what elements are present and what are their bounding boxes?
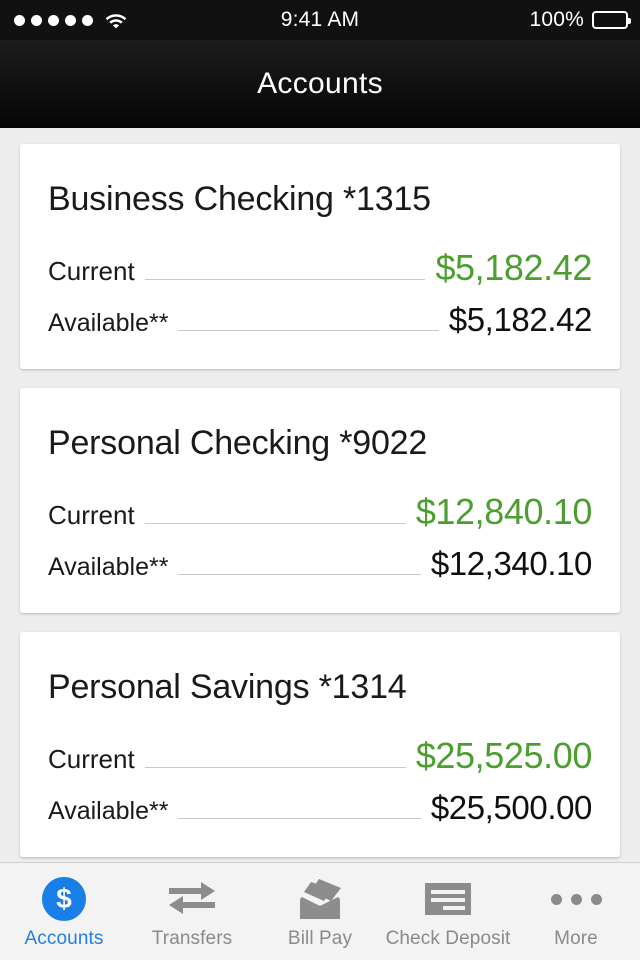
account-card[interactable]: Personal Savings *1314 Current $25,525.0… <box>20 632 620 857</box>
account-card[interactable]: Business Checking *1315 Current $5,182.4… <box>20 144 620 369</box>
current-balance-row: Current $12,840.10 <box>48 491 592 533</box>
account-title: Business Checking *1315 <box>48 180 431 218</box>
available-balance-value: $25,500.00 <box>430 789 593 826</box>
current-balance-label: Current <box>48 500 135 530</box>
current-balance-label: Current <box>48 744 135 774</box>
bottom-tab-bar: $ Accounts Transfers Bill Pay Check Depo… <box>0 862 640 960</box>
available-balance-value: $12,340.10 <box>430 545 593 582</box>
accounts-scroll-list[interactable]: Business Checking *1315 Current $5,182.4… <box>0 128 640 862</box>
available-balance-label: Available** <box>48 797 169 825</box>
account-card[interactable]: Personal Checking *9022 Current $12,840.… <box>20 388 620 613</box>
available-balance-row: Available** $25,500.00 <box>48 789 592 827</box>
status-bar-right: 100% <box>529 8 631 32</box>
current-balance-label: Current <box>48 256 135 286</box>
available-balance-label: Available** <box>48 309 169 337</box>
current-balance-row: Current $25,525.00 <box>48 735 592 777</box>
dollar-badge: $ <box>42 877 86 921</box>
tab-more[interactable]: More <box>512 863 640 960</box>
account-title: Personal Checking *9022 <box>48 424 428 462</box>
tab-bill-pay[interactable]: Bill Pay <box>256 863 384 960</box>
leader-line <box>144 767 406 768</box>
available-balance-row: Available** $12,340.10 <box>48 545 592 583</box>
ellipsis-dots <box>550 893 602 905</box>
account-title: Personal Savings *1314 <box>48 668 407 706</box>
current-balance-row: Current $5,182.42 <box>48 247 592 289</box>
leader-line <box>178 574 421 575</box>
page-title: Accounts <box>257 67 383 100</box>
leader-line <box>178 330 439 331</box>
current-balance-value: $25,525.00 <box>415 735 593 776</box>
current-balance-value: $5,182.42 <box>435 247 592 288</box>
current-balance-value: $12,840.10 <box>415 491 593 532</box>
available-balance-value: $5,182.42 <box>448 301 593 338</box>
check-icon <box>422 877 474 921</box>
available-balance-row: Available** $5,182.42 <box>48 301 592 339</box>
available-balance-label: Available** <box>48 553 169 581</box>
envelope-icon <box>294 877 346 921</box>
dollar-circle-icon: $ <box>42 877 86 921</box>
tab-transfers[interactable]: Transfers <box>128 863 256 960</box>
battery-icon <box>592 11 631 29</box>
app-screen: 9:41 AM 100% Accounts Business Checking … <box>0 0 640 960</box>
leader-line <box>144 279 426 280</box>
tab-bill-pay-label: Bill Pay <box>287 928 353 949</box>
tab-accounts[interactable]: $ Accounts <box>0 863 128 960</box>
leader-line <box>178 818 421 819</box>
transfer-arrows-icon <box>165 877 219 921</box>
status-bar: 9:41 AM 100% <box>0 0 640 40</box>
tab-check-deposit[interactable]: Check Deposit <box>384 863 512 960</box>
tab-more-label: More <box>554 928 598 949</box>
battery-percent-label: 100% <box>529 8 584 31</box>
navigation-header: Accounts <box>0 40 640 128</box>
tab-check-deposit-label: Check Deposit <box>385 928 511 949</box>
leader-line <box>144 523 406 524</box>
ellipsis-icon <box>550 877 602 921</box>
tab-accounts-label: Accounts <box>24 928 104 949</box>
tab-transfers-label: Transfers <box>151 928 233 949</box>
